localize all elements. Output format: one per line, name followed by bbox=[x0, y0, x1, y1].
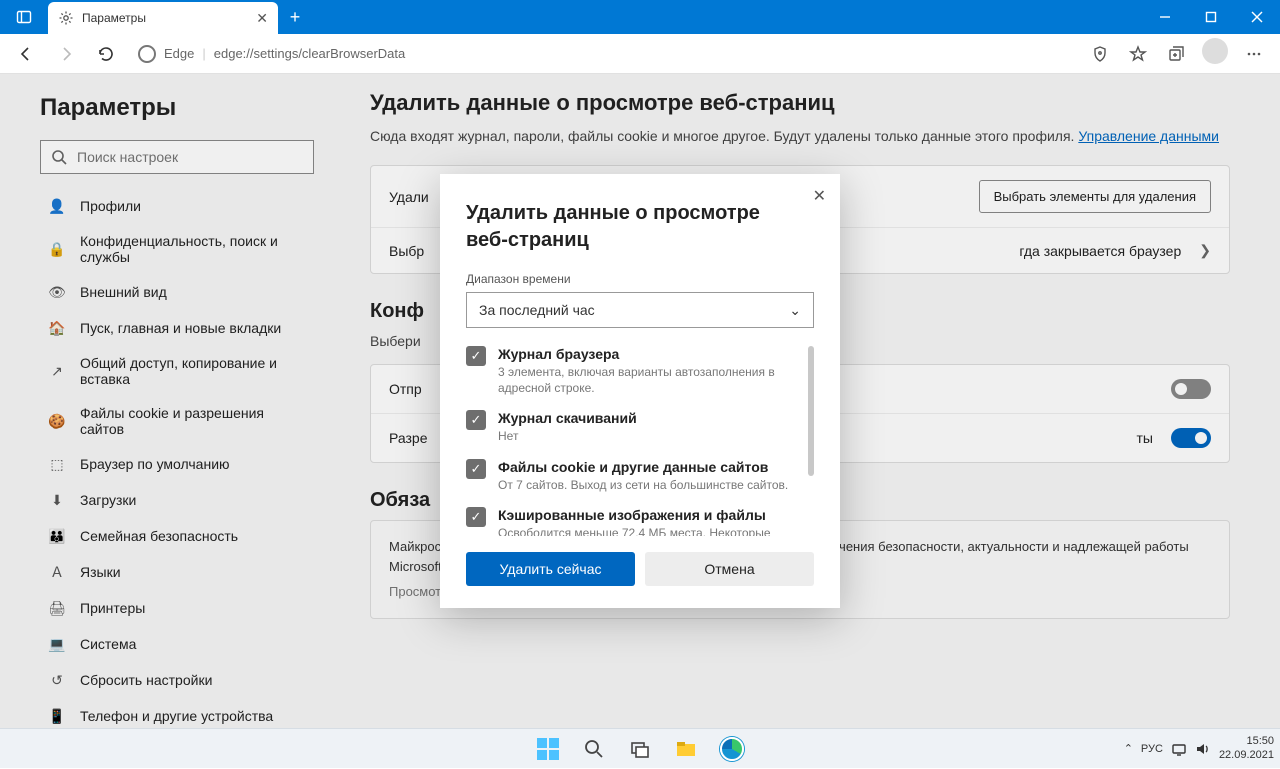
checkbox-checked-icon[interactable]: ✓ bbox=[466, 459, 486, 479]
favorites-icon[interactable] bbox=[1120, 38, 1156, 70]
checkbox-subtitle: От 7 сайтов. Выход из сети на большинств… bbox=[498, 477, 788, 493]
checkbox-title: Журнал браузера bbox=[498, 346, 800, 362]
taskbar-clock[interactable]: 15:50 22.09.2021 bbox=[1219, 735, 1274, 761]
tab-close-icon[interactable]: ✕ bbox=[256, 10, 268, 27]
checkbox-checked-icon[interactable]: ✓ bbox=[466, 410, 486, 430]
time-range-label: Диапазон времени bbox=[466, 272, 814, 286]
clear-now-button[interactable]: Удалить сейчас bbox=[466, 552, 635, 586]
task-view-icon[interactable] bbox=[620, 729, 660, 769]
menu-button[interactable] bbox=[1236, 38, 1272, 70]
edge-taskbar-icon[interactable] bbox=[712, 729, 752, 769]
network-icon[interactable] bbox=[1171, 742, 1187, 756]
checkbox-subtitle: Нет bbox=[498, 428, 637, 444]
url-text: edge://settings/clearBrowserData bbox=[214, 46, 405, 61]
checkbox-checked-icon[interactable]: ✓ bbox=[466, 346, 486, 366]
back-button[interactable] bbox=[8, 38, 44, 70]
sidebar-toggle-icon[interactable] bbox=[0, 0, 48, 34]
language-indicator[interactable]: РУС bbox=[1141, 743, 1163, 755]
forward-button[interactable] bbox=[48, 38, 84, 70]
gear-icon bbox=[58, 10, 74, 26]
checkbox-checked-icon[interactable]: ✓ bbox=[466, 507, 486, 527]
app-name-label: Edge bbox=[164, 46, 194, 61]
checkbox-item[interactable]: ✓ Журнал браузера 3 элемента, включая ва… bbox=[466, 346, 800, 396]
file-explorer-icon[interactable] bbox=[666, 729, 706, 769]
time-range-select[interactable]: За последний час ⌄ bbox=[466, 292, 814, 328]
chevron-down-icon: ⌄ bbox=[789, 302, 801, 319]
checkbox-title: Журнал скачиваний bbox=[498, 410, 637, 426]
checkbox-item[interactable]: ✓ Журнал скачиваний Нет bbox=[466, 410, 800, 444]
tracking-prevention-icon[interactable] bbox=[1082, 38, 1118, 70]
taskbar-search-icon[interactable] bbox=[574, 729, 614, 769]
browser-toolbar: Edge | edge://settings/clearBrowserData bbox=[0, 34, 1280, 74]
checkbox-title: Кэшированные изображения и файлы bbox=[498, 507, 800, 523]
start-button[interactable] bbox=[528, 729, 568, 769]
clear-data-dialog: ✕ Удалить данные о просмотре веб-страниц… bbox=[440, 174, 840, 608]
tab-title: Параметры bbox=[82, 11, 146, 25]
dialog-close-button[interactable]: ✕ bbox=[813, 186, 826, 206]
dialog-title: Удалить данные о просмотре веб-страниц bbox=[466, 200, 814, 254]
collections-icon[interactable] bbox=[1158, 38, 1194, 70]
windows-taskbar: ⌃ РУС 15:50 22.09.2021 bbox=[0, 728, 1280, 768]
checkbox-item[interactable]: ✓ Файлы cookie и другие данные сайтов От… bbox=[466, 459, 800, 493]
site-identity-icon bbox=[138, 45, 156, 63]
address-bar[interactable]: Edge | edge://settings/clearBrowserData bbox=[128, 45, 1078, 63]
checkbox-subtitle: 3 элемента, включая варианты автозаполне… bbox=[498, 364, 800, 396]
new-tab-button[interactable]: + bbox=[278, 0, 312, 34]
scrollbar[interactable] bbox=[808, 346, 814, 476]
reload-button[interactable] bbox=[88, 38, 124, 70]
window-minimize-button[interactable] bbox=[1142, 0, 1188, 34]
profile-avatar[interactable] bbox=[1202, 38, 1228, 64]
window-maximize-button[interactable] bbox=[1188, 0, 1234, 34]
checkbox-subtitle: Освободится меньше 72,4 МБ места. Некото… bbox=[498, 525, 800, 536]
tray-chevron-icon[interactable]: ⌃ bbox=[1124, 742, 1133, 755]
checkbox-item[interactable]: ✓ Кэшированные изображения и файлы Освоб… bbox=[466, 507, 800, 536]
checkbox-title: Файлы cookie и другие данные сайтов bbox=[498, 459, 788, 475]
window-titlebar: Параметры ✕ + bbox=[0, 0, 1280, 34]
browser-tab[interactable]: Параметры ✕ bbox=[48, 2, 278, 34]
window-close-button[interactable] bbox=[1234, 0, 1280, 34]
cancel-button[interactable]: Отмена bbox=[645, 552, 814, 586]
volume-icon[interactable] bbox=[1195, 742, 1211, 756]
